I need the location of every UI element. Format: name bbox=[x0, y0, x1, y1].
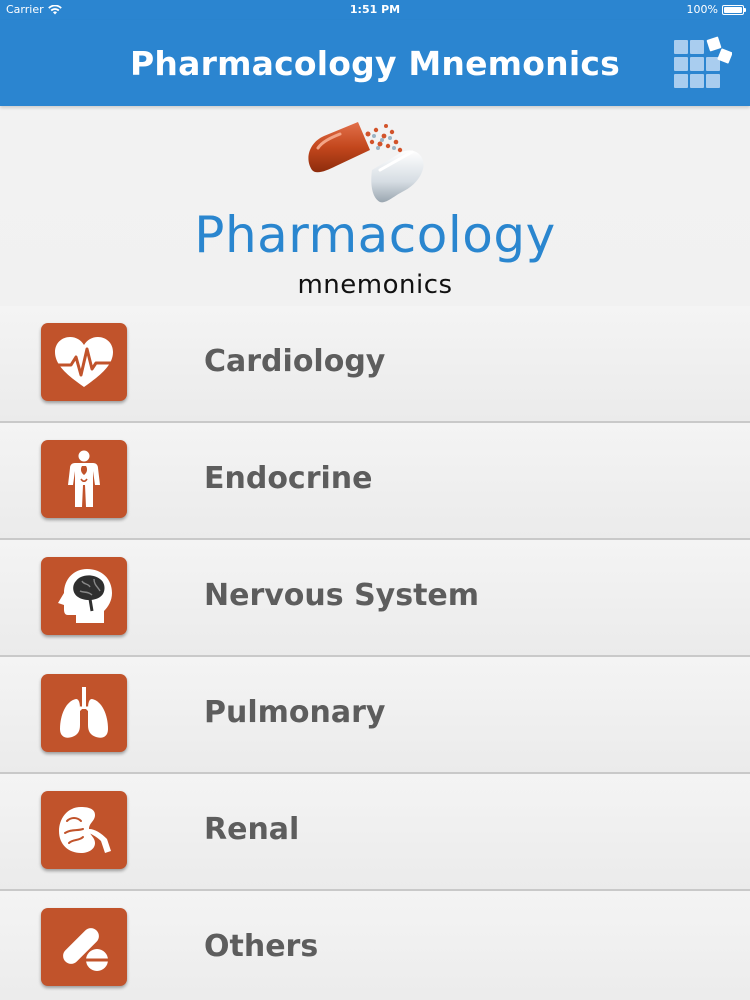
menu-item-label: Nervous System bbox=[204, 578, 480, 613]
menu-item-cardiology[interactable]: Cardiology bbox=[0, 306, 750, 423]
menu-item-label: Others bbox=[204, 929, 319, 964]
heart-icon bbox=[41, 323, 127, 401]
nav-bar: Pharmacology Mnemonics bbox=[0, 20, 750, 106]
app-logo: Pharmacology mnemonics bbox=[0, 106, 750, 306]
logo-title: Pharmacology bbox=[194, 206, 556, 264]
menu-item-endocrine[interactable]: Endocrine bbox=[0, 423, 750, 540]
menu-item-label: Endocrine bbox=[204, 461, 373, 496]
menu-item-label: Renal bbox=[204, 812, 300, 847]
nav-title: Pharmacology Mnemonics bbox=[130, 44, 620, 83]
status-time: 1:51 PM bbox=[349, 3, 401, 16]
menu-item-renal[interactable]: Renal bbox=[0, 774, 750, 891]
category-list: Cardiology Endocrine Nervous System Pulm… bbox=[0, 306, 750, 1000]
status-bar: Carrier 1:51 PM 100% bbox=[0, 0, 750, 20]
capsule-icon bbox=[308, 122, 424, 203]
human-body-icon bbox=[41, 440, 127, 518]
logo-subtitle: mnemonics bbox=[297, 270, 453, 300]
menu-item-label: Cardiology bbox=[204, 344, 386, 379]
grid-menu-icon[interactable] bbox=[674, 36, 732, 94]
menu-item-label: Pulmonary bbox=[204, 695, 386, 730]
kidney-icon bbox=[41, 791, 127, 869]
battery-icon bbox=[722, 4, 746, 15]
brain-head-icon bbox=[41, 557, 127, 635]
menu-item-others[interactable]: Others bbox=[0, 891, 750, 1000]
app-screen: Carrier 1:51 PM 100% Pharmacology Mnemon… bbox=[0, 0, 750, 1000]
menu-item-pulmonary[interactable]: Pulmonary bbox=[0, 657, 750, 774]
battery-percent: 100% bbox=[686, 3, 718, 16]
battery-indicator: 100% bbox=[686, 3, 746, 16]
menu-item-nervous-system[interactable]: Nervous System bbox=[0, 540, 750, 657]
pill-icon bbox=[41, 908, 127, 986]
lungs-icon bbox=[41, 674, 127, 752]
